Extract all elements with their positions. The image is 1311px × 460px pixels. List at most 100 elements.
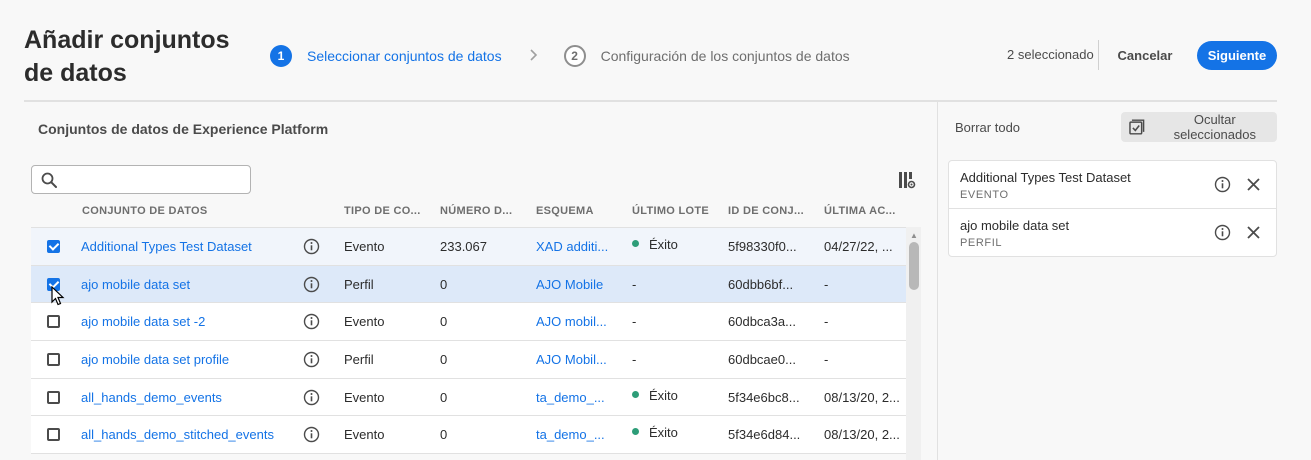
search-field[interactable] <box>31 165 251 194</box>
last-updated: - <box>824 276 829 292</box>
last-batch-label: Éxito <box>649 237 678 252</box>
search-icon <box>41 172 57 188</box>
last-batch-label: Éxito <box>649 387 678 403</box>
column-header-last-updated[interactable]: ÚLTIMA AC... <box>824 205 896 217</box>
dataset-type: Evento <box>344 314 385 330</box>
column-header-last-batch[interactable]: ÚLTIMO LOTE <box>632 205 709 217</box>
table-row[interactable]: ajo mobile data set Perfil 0 AJO Mobile … <box>31 265 906 304</box>
hide-selected-button[interactable]: Ocultar seleccionados <box>1121 112 1277 142</box>
dataset-table-body: Additional Types Test Dataset Evento 233… <box>31 227 906 460</box>
column-settings-icon[interactable] <box>898 171 916 189</box>
last-batch-status: Éxito <box>632 388 678 403</box>
last-batch-status: - <box>632 352 637 368</box>
dataset-type: Perfil <box>344 276 374 292</box>
selected-item-type: EVENTO <box>960 189 1009 201</box>
column-header-records[interactable]: NÚMERO D... <box>440 205 512 217</box>
column-header-schema[interactable]: ESQUEMA <box>536 205 594 217</box>
selected-item-name: ajo mobile data set <box>960 218 1070 233</box>
dataset-name-link[interactable]: ajo mobile data set <box>81 277 190 292</box>
dataset-type: Perfil <box>344 352 374 368</box>
schema-link[interactable]: AJO mobil... <box>536 314 607 329</box>
last-updated: 08/13/20, 2... <box>824 389 900 405</box>
scroll-up-arrow-icon[interactable]: ▲ <box>910 231 918 240</box>
row-checkbox[interactable] <box>47 390 60 404</box>
table-header: CONJUNTO DE DATOS TIPO DE CO... NÚMERO D… <box>31 203 921 221</box>
table-row[interactable]: all_hands_demo_stitched_events Evento 0 … <box>31 416 906 455</box>
selected-item: Additional Types Test Dataset EVENTO <box>949 161 1276 209</box>
selected-item-type: PERFIL <box>960 237 1003 249</box>
info-icon[interactable] <box>1214 224 1231 241</box>
table-row[interactable]: ajo mobile data set profile Perfil 0 AJO… <box>31 341 906 379</box>
close-icon[interactable] <box>1247 178 1260 191</box>
record-count: 0 <box>440 389 448 405</box>
dataset-name-link[interactable]: all_hands_demo_events <box>81 390 222 405</box>
hide-selected-label: Ocultar seleccionados <box>1173 112 1256 142</box>
last-batch-label: Éxito <box>649 425 678 441</box>
row-checkbox[interactable] <box>47 353 60 367</box>
search-input[interactable] <box>64 170 244 190</box>
last-updated: 08/13/20, 2... <box>824 427 900 443</box>
dataset-type: Evento <box>344 389 385 405</box>
last-batch-status: - <box>632 314 637 330</box>
schema-link[interactable]: AJO Mobil... <box>536 352 607 367</box>
chevron-right-icon <box>530 48 538 64</box>
dataset-type: Evento <box>344 239 385 254</box>
table-row[interactable]: ajo mobile data set -2 Evento 0 AJO mobi… <box>31 303 906 342</box>
record-count: 0 <box>440 427 448 443</box>
scrollbar-thumb[interactable] <box>909 242 919 290</box>
success-status-dot <box>632 240 639 247</box>
info-icon[interactable] <box>1214 176 1231 193</box>
dataset-name-link[interactable]: ajo mobile data set -2 <box>81 314 205 329</box>
table-scrollbar[interactable]: ▲ <box>906 227 921 460</box>
schema-link[interactable]: XAD additi... <box>536 239 608 254</box>
column-header-type[interactable]: TIPO DE CO... <box>344 205 421 217</box>
dataset-id: 5f98330f0... <box>728 239 797 254</box>
page-title: Añadir conjuntos de datos <box>24 26 230 87</box>
selected-item: ajo mobile data set PERFIL <box>949 209 1276 257</box>
step-1-label[interactable]: Seleccionar conjuntos de datos <box>307 48 502 64</box>
dataset-id: 60dbb6bf... <box>728 276 794 292</box>
last-updated: - <box>824 314 829 330</box>
schema-link[interactable]: ta_demo_... <box>536 390 605 405</box>
close-icon[interactable] <box>1247 226 1260 239</box>
table-row[interactable]: Additional Types Test Dataset Evento 233… <box>31 228 906 266</box>
cancel-button[interactable]: Cancelar <box>1112 41 1178 69</box>
last-updated: - <box>824 352 829 368</box>
selected-count: 2 seleccionado <box>1007 47 1094 62</box>
last-batch-status: - <box>632 276 637 292</box>
header-divider-line <box>24 100 1277 102</box>
column-header-dataset-id[interactable]: ID DE CONJ... <box>728 205 804 217</box>
record-count: 0 <box>440 276 448 292</box>
panel-divider <box>937 102 938 460</box>
info-icon[interactable] <box>303 238 320 255</box>
dataset-id: 5f34e6bc8... <box>728 389 800 405</box>
info-icon[interactable] <box>303 313 320 330</box>
record-count: 0 <box>440 352 448 368</box>
row-checkbox[interactable] <box>47 428 60 442</box>
row-checkbox[interactable] <box>47 315 60 329</box>
record-count: 233.067 <box>440 239 487 254</box>
record-count: 0 <box>440 314 448 330</box>
step-1-number: 1 <box>270 45 292 67</box>
info-icon[interactable] <box>303 351 320 368</box>
dataset-name-link[interactable]: Additional Types Test Dataset <box>81 239 252 254</box>
dataset-id: 5f34e6d84... <box>728 427 801 443</box>
step-2-number: 2 <box>563 45 586 67</box>
row-checkbox[interactable] <box>47 240 60 253</box>
success-status-dot <box>632 428 639 436</box>
last-updated: 04/27/22, ... <box>824 239 893 254</box>
selected-item-name: Additional Types Test Dataset <box>960 170 1131 185</box>
info-icon[interactable] <box>303 426 320 443</box>
info-icon[interactable] <box>303 389 320 406</box>
table-row[interactable]: all_hands_demo_events Evento 0 ta_demo_.… <box>31 378 906 417</box>
dataset-name-link[interactable]: ajo mobile data set profile <box>81 352 229 367</box>
schema-link[interactable]: AJO Mobile <box>536 277 603 292</box>
schema-link[interactable]: ta_demo_... <box>536 427 605 442</box>
next-button[interactable]: Siguiente <box>1197 41 1277 70</box>
info-icon[interactable] <box>303 276 320 293</box>
left-panel-title: Conjuntos de datos de Experience Platfor… <box>38 121 329 137</box>
clear-all-button[interactable]: Borrar todo <box>955 120 1020 135</box>
column-header-dataset[interactable]: CONJUNTO DE DATOS <box>82 205 208 217</box>
dataset-name-link[interactable]: all_hands_demo_stitched_events <box>81 427 274 442</box>
last-batch-status: Éxito <box>632 237 678 252</box>
